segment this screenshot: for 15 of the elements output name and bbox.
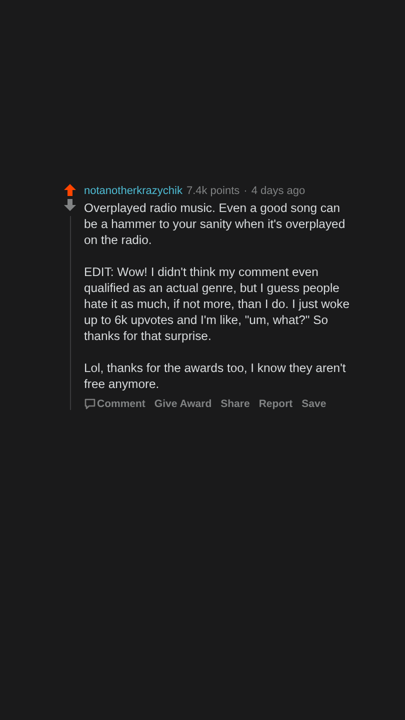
separator-dot: · [244, 184, 248, 198]
downvote-icon[interactable] [64, 199, 76, 211]
speech-bubble-icon [84, 398, 96, 410]
comment-button[interactable]: Comment [84, 398, 146, 410]
author-link[interactable]: notanotherkrazychik [84, 184, 182, 198]
comment-age: 4 days ago [251, 184, 306, 198]
action-button[interactable]: Report [258, 398, 293, 410]
comment-paragraph: Lol, thanks for the awards too, I know they aren't free anymore. [84, 360, 347, 392]
action-button[interactable]: Save [302, 398, 326, 410]
action-button[interactable]: Share [220, 398, 250, 410]
comment-paragraph: Overplayed radio music. Even a good song can be a hammer to your sanity when it's overplayed on the radio. [84, 200, 346, 248]
points-count: 7.4k points [186, 184, 240, 198]
comment-paragraph: EDIT: Wow! I didn't think my comment even qualified as an actual genre, but I guess people hate it as much, if not more, than I do. I just woke up to 6k upvotes and I'm like, "um, what?" So thanks for that surprise. [84, 264, 350, 344]
upvote-icon[interactable] [64, 184, 76, 196]
action-button[interactable]: Give Award [154, 398, 212, 410]
